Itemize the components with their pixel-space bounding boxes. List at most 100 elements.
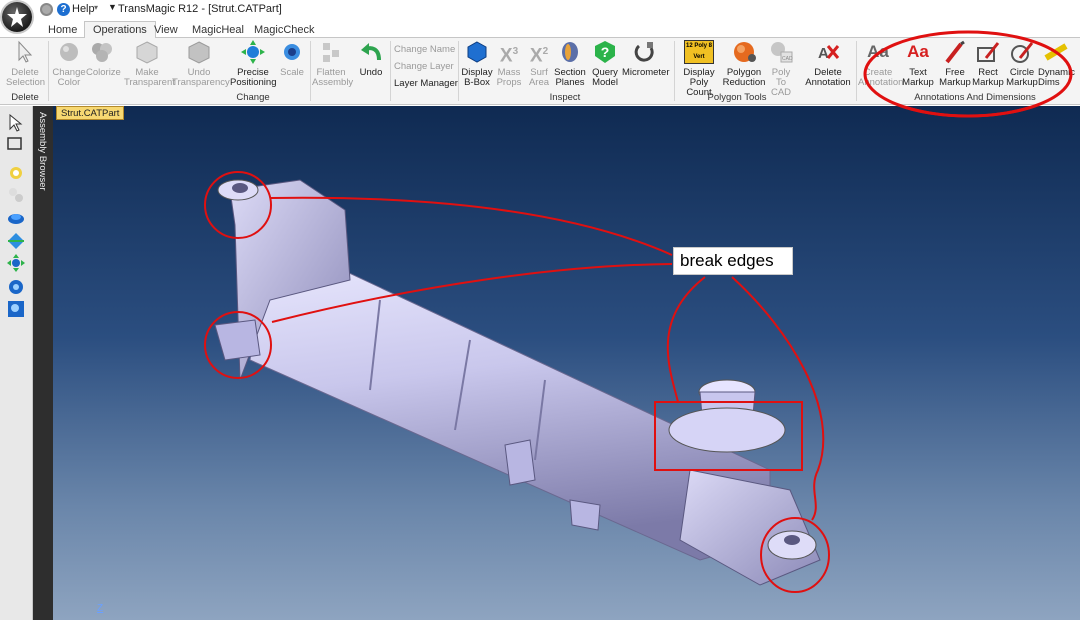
transparent-cube-icon [135,40,159,64]
colorize-icon [90,40,114,64]
title-bar: ? Help ▾ ▼ TransMagic R12 - [Strut.CATPa… [0,0,1080,20]
rotate-icon[interactable] [7,210,25,228]
spheres-icon[interactable] [7,186,25,204]
tab-home[interactable]: Home [40,22,85,39]
app-logo-icon[interactable] [2,2,32,32]
delete-selection-button[interactable]: Delete Selection [6,40,45,88]
group-label-polygon-tools: Polygon Tools [707,92,767,103]
x2-glyph: X [529,45,543,67]
ribbon-tab-bar: Home Operations View MagicHeal MagicChec… [0,20,1080,39]
dynamic-dims-icon [1044,40,1068,64]
text-markup-button[interactable]: Aa Text Markup [900,40,936,88]
annotation-callout[interactable]: break edges [673,247,793,275]
section-planes-label: Section Planes [554,67,586,88]
title-dropdown-icon[interactable]: ▼ [108,2,117,12]
create-annotation-button[interactable]: Aa Create Annotation [858,40,903,88]
section-plane-icon [558,40,582,64]
circle-markup-icon [1010,40,1034,64]
mass-props-button[interactable]: X3 Mass Props [496,40,522,88]
change-layer-button[interactable]: Change Layer [394,61,454,72]
select-cursor-icon[interactable] [7,114,25,132]
free-markup-button[interactable]: Free Markup [938,40,972,88]
surf-area-label: Surf Area [528,67,550,88]
create-annotation-icon: Aa [867,42,889,61]
dynamic-dims-label: Dynamic Dims [1038,67,1075,88]
tab-magiccheck[interactable]: MagicCheck [246,22,323,39]
cad-badge-text: CAD [782,56,793,62]
markup-line-3[interactable] [666,276,706,403]
precise-positioning-button[interactable]: Precise Positioning [230,40,276,88]
document-tab[interactable]: Strut.CATPart [56,106,125,120]
polygon-reduction-button[interactable]: Polygon Reduction [722,40,766,88]
help-chevron-down-icon[interactable]: ▾ [94,3,98,12]
box-select-icon[interactable] [7,136,25,154]
poly-to-cad-button[interactable]: CAD Poly To CAD [766,40,796,98]
markup-ribbon-ellipse[interactable] [865,106,1071,118]
bbox-icon [465,40,489,64]
flatten-assembly-icon [319,40,343,64]
tab-magicheal[interactable]: MagicHeal [184,22,252,39]
dynamic-dims-button[interactable]: Dynamic Dims [1038,40,1080,88]
undo-label: Undo [359,67,383,78]
x2-superscript: 2 [542,46,549,57]
tab-view[interactable]: View [146,22,186,39]
free-markup-label: Free Markup [939,67,971,88]
micrometer-icon [633,40,657,64]
colorize-label: Colorize [86,67,121,78]
x-squared-icon: X2 [527,40,551,67]
colorize-button[interactable]: Colorize [86,40,121,78]
make-transparent-button[interactable]: Make Transparent [124,40,175,88]
group-label-annotations: Annotations And Dimensions [914,92,1036,103]
change-color-button[interactable]: Change Color [52,40,86,88]
axis-label-z: Z [97,603,104,614]
help-menu[interactable]: Help [72,3,95,15]
section-planes-button[interactable]: Section Planes [554,40,586,88]
display-bbox-label: Display B-Box [461,67,493,88]
undo-button[interactable]: Undo [356,40,386,78]
precise-positioning-label: Precise Positioning [230,67,277,88]
x-cubed-icon: X3 [497,40,521,67]
gear-icon[interactable] [40,3,53,16]
display-poly-count-button[interactable]: 12 Poly 8 Vert Display Poly Count [676,40,722,98]
solid-cube-icon [187,40,211,64]
x3-superscript: 3 [512,46,519,57]
micrometer-button[interactable]: Micrometer [622,40,670,78]
zoom-fit-icon[interactable] [7,300,25,318]
pen-icon [943,40,967,64]
x3-glyph: X [499,45,513,67]
surf-area-button[interactable]: X2 Surf Area [526,40,552,88]
delete-annotation-label: Delete Annotation [805,67,851,88]
highlight-sphere-icon[interactable] [7,164,25,182]
color-sphere-icon [57,40,81,64]
assembly-browser-label[interactable]: Assembly Browser [37,112,48,202]
question-shield-icon: ? [593,40,617,64]
view-toolbar [0,106,33,620]
undo-transparency-button[interactable]: Undo Transparency [172,40,230,88]
micrometer-label: Micrometer [622,67,670,78]
mass-props-label: Mass Props [496,67,522,88]
text-markup-label: Text Markup [902,67,934,88]
circle-markup-label: Circle Markup [1006,67,1038,88]
pan-icon[interactable] [7,254,25,272]
change-name-button[interactable]: Change Name [394,44,455,55]
circle-markup-button[interactable]: Circle Markup [1006,40,1038,88]
orbit-icon[interactable] [7,232,25,250]
help-icon[interactable]: ? [57,3,70,16]
scale-button[interactable]: Scale [278,40,306,78]
rect-markup-button[interactable]: Rect Markup [972,40,1004,88]
positioning-arrows-icon [241,40,265,64]
polygon-reduction-label: Polygon Reduction [722,67,766,88]
query-model-button[interactable]: ? Query Model [590,40,620,88]
rect-markup-label: Rect Markup [972,67,1004,88]
display-bbox-button[interactable]: Display B-Box [460,40,494,88]
delete-annotation-button[interactable]: A Delete Annotation [804,40,852,88]
polygon-reduction-icon [732,40,756,64]
flatten-assembly-button[interactable]: Flatten Assembly [312,40,353,88]
3d-viewport[interactable] [53,106,1080,620]
strut-model[interactable] [53,106,1080,620]
group-label-delete: Delete [11,92,39,103]
zoom-icon[interactable] [7,278,25,296]
ribbon: Delete Selection Delete Change Color Col… [0,38,1080,105]
layer-manager-button[interactable]: Layer Manager [394,78,458,89]
poly-to-cad-icon: CAD [769,40,793,64]
